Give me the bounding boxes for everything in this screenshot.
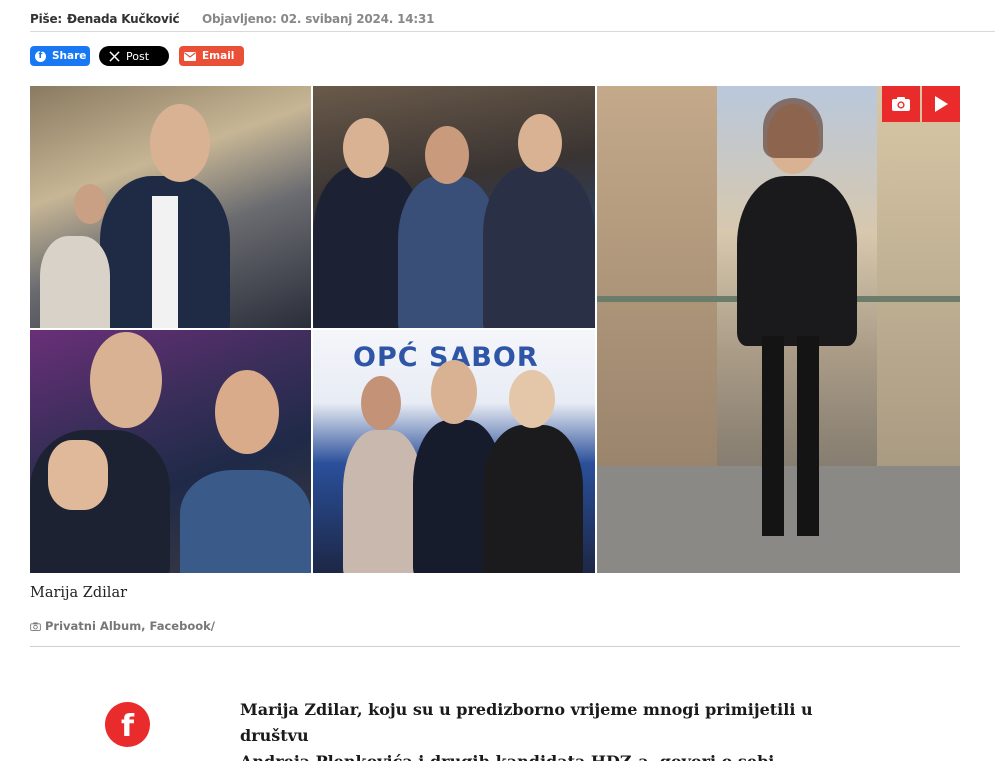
- figure-center-head: [425, 126, 469, 184]
- figure-hair: [763, 98, 823, 158]
- facebook-share-label: Share: [52, 50, 87, 62]
- figure-man-head: [90, 332, 162, 428]
- camera-icon[interactable]: [882, 86, 920, 122]
- photo-credit-text: Privatni Album, Facebook/: [45, 619, 215, 633]
- figure-woman-right-head: [509, 370, 555, 428]
- figure-left-head: [343, 118, 389, 178]
- camera-icon: [30, 621, 41, 631]
- divider: [30, 646, 960, 647]
- author-name[interactable]: Đenada Kučković: [67, 12, 180, 26]
- photo-credit: Privatni Album, Facebook/: [30, 619, 215, 633]
- teaser-line-1: Marija Zdilar, koju su u predizborno vri…: [240, 700, 813, 745]
- figure-head: [150, 104, 210, 182]
- gallery-photo-4[interactable]: [30, 330, 311, 573]
- figure-woman: [40, 236, 110, 328]
- photo-gallery[interactable]: OPĆ SABOR: [30, 86, 960, 573]
- figure-woman-left-head: [361, 376, 401, 430]
- waving-hand: [48, 440, 108, 510]
- published-date: Objavljeno: 02. svibanj 2024. 14:31: [202, 12, 435, 26]
- email-share-label: Email: [202, 50, 235, 62]
- email-share-button[interactable]: Email: [179, 46, 244, 66]
- article-meta: Piše: Đenada Kučković Objavljeno: 02. sv…: [30, 10, 995, 32]
- gallery-photo-2[interactable]: [313, 86, 595, 328]
- media-badges: [882, 86, 960, 122]
- play-icon[interactable]: [922, 86, 960, 122]
- figure-man-center-head: [431, 360, 477, 424]
- facebook-icon: f: [35, 50, 46, 62]
- figure-woman-left: [343, 430, 423, 573]
- envelope-icon: [184, 51, 196, 61]
- gallery-photo-5[interactable]: OPĆ SABOR: [313, 330, 595, 573]
- figure-woman-head: [215, 370, 279, 454]
- figure-leg-left: [762, 336, 784, 536]
- figure-shirt: [152, 196, 178, 328]
- figure-woman-denim: [180, 470, 311, 573]
- figure-woman-right: [483, 425, 583, 573]
- photo-caption: Marija Zdilar: [30, 585, 128, 601]
- figure-woman-sequin: [737, 176, 857, 346]
- gallery-photo-3[interactable]: [597, 86, 960, 573]
- teaser-line-2: Andreja Plenkovića i drugih kandidata HD…: [240, 749, 840, 761]
- figure-woman-head: [74, 184, 106, 224]
- figure-right-head: [518, 114, 562, 172]
- x-icon: [109, 50, 120, 62]
- author-prefix: Piše:: [30, 12, 62, 26]
- gallery-photo-1[interactable]: [30, 86, 311, 328]
- figure-leg-right: [797, 336, 819, 536]
- facebook-share-button[interactable]: f Share: [30, 46, 90, 66]
- x-post-button[interactable]: Post: [99, 46, 169, 66]
- related-article-teaser[interactable]: Marija Zdilar, koju su u predizborno vri…: [240, 697, 840, 761]
- x-post-label: Post: [126, 49, 150, 63]
- figure-right: [483, 166, 595, 328]
- facebook-icon[interactable]: f: [105, 702, 150, 747]
